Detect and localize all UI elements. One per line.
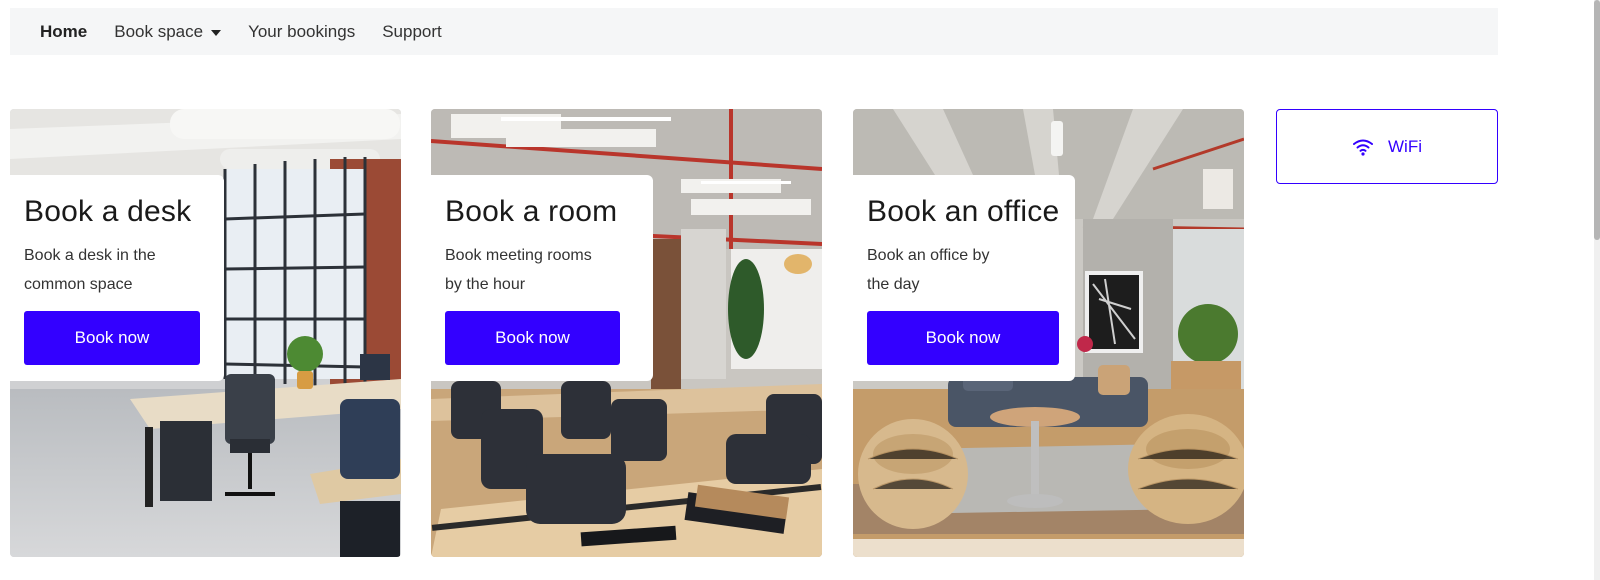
- nav-book-space-dropdown[interactable]: Book space: [114, 21, 222, 42]
- nav-support-label: Support: [382, 21, 442, 41]
- book-office-desc-line2: the day: [867, 276, 920, 293]
- book-desk-panel: Book a desk Book a desk in the common sp…: [10, 175, 224, 381]
- book-desk-desc-line1: Book a desk in the: [24, 247, 156, 264]
- scrollbar-thumb[interactable]: [1594, 0, 1600, 240]
- nav-your-bookings-label: Your bookings: [248, 21, 356, 41]
- book-room-panel: Book a room Book meeting rooms by the ho…: [431, 175, 653, 381]
- wifi-label: WiFi: [1388, 136, 1422, 156]
- book-office-card: Book an office Book an office by the day…: [853, 109, 1244, 557]
- book-room-desc-line2: by the hour: [445, 276, 526, 293]
- book-desk-desc-line2: common space: [24, 276, 133, 293]
- nav-support[interactable]: Support: [382, 22, 442, 42]
- wifi-button[interactable]: WiFi: [1276, 109, 1498, 184]
- book-room-desc-line1: Book meeting rooms: [445, 247, 592, 264]
- top-navbar: Home Book space Your bookings Support: [10, 8, 1498, 55]
- book-room-card: Book a room Book meeting rooms by the ho…: [431, 109, 822, 557]
- nav-book-space-label: Book space: [114, 21, 204, 41]
- book-room-title: Book a room: [445, 195, 618, 228]
- caret-down-icon: [211, 29, 222, 36]
- book-office-title: Book an office: [867, 195, 1060, 228]
- nav-home-label: Home: [40, 21, 88, 41]
- book-desk-button[interactable]: Book now: [24, 311, 200, 365]
- book-room-button[interactable]: Book now: [445, 311, 620, 365]
- book-room-description: Book meeting rooms by the hour: [445, 241, 639, 299]
- book-office-panel: Book an office Book an office by the day…: [853, 175, 1075, 381]
- book-office-description: Book an office by the day: [867, 241, 1061, 299]
- book-office-desc-line1: Book an office by: [867, 247, 990, 264]
- book-office-button[interactable]: Book now: [867, 311, 1059, 365]
- wifi-icon: [1353, 139, 1373, 156]
- nav-home[interactable]: Home: [40, 22, 87, 42]
- book-desk-card: Book a desk Book a desk in the common sp…: [10, 109, 401, 557]
- book-desk-title: Book a desk: [24, 195, 192, 228]
- nav-your-bookings[interactable]: Your bookings: [248, 22, 355, 42]
- book-desk-description: Book a desk in the common space: [24, 241, 210, 299]
- page-scrollbar[interactable]: [1594, 0, 1600, 580]
